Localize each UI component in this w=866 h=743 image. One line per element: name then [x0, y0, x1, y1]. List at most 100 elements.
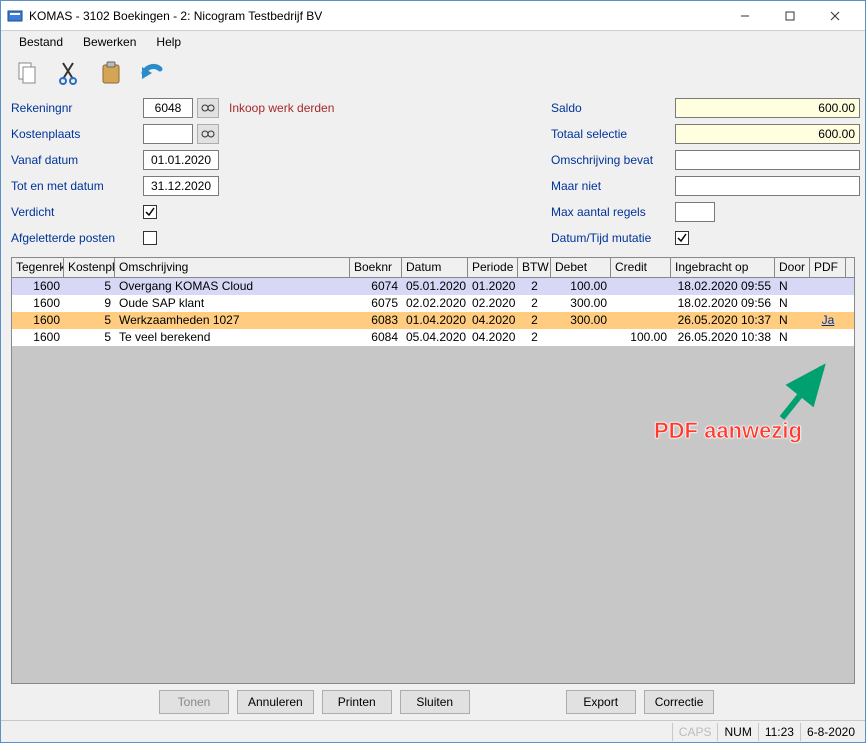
status-num: NUM [717, 723, 757, 741]
cell: 1600 [12, 278, 64, 295]
status-time: 11:23 [758, 723, 800, 741]
rekeningnr-lookup[interactable] [197, 98, 219, 118]
totaal-label: Totaal selectie [551, 127, 671, 141]
cell: Oude SAP klant [115, 295, 350, 312]
cell: 5 [64, 312, 115, 329]
max-input[interactable] [675, 202, 715, 222]
table-row[interactable]: 16009Oude SAP klant607502.02.202002.2020… [12, 295, 854, 312]
status-caps: CAPS [672, 723, 718, 741]
col-debet[interactable]: Debet [551, 258, 611, 277]
menubar: Bestand Bewerken Help [1, 31, 865, 53]
saldo-label: Saldo [551, 101, 671, 115]
cell [810, 278, 846, 295]
cell: 26.05.2020 10:38 [671, 329, 775, 346]
cell: 1600 [12, 312, 64, 329]
cell: 1600 [12, 295, 64, 312]
cell: 18.02.2020 09:55 [671, 278, 775, 295]
cell: 100.00 [551, 278, 611, 295]
menu-bewerken[interactable]: Bewerken [73, 32, 146, 52]
paste-button[interactable] [93, 55, 129, 91]
cell: 02.02.2020 [402, 295, 468, 312]
col-pdf[interactable]: PDF [810, 258, 846, 277]
col-boeknr[interactable]: Boeknr [350, 258, 402, 277]
maarniet-label: Maar niet [551, 179, 671, 193]
cell: 01.2020 [468, 278, 518, 295]
titlebar: KOMAS - 3102 Boekingen - 2: Nicogram Tes… [1, 1, 865, 31]
vanaf-input[interactable] [143, 150, 219, 170]
menu-help[interactable]: Help [146, 32, 191, 52]
cut-button[interactable] [51, 55, 87, 91]
col-periode[interactable]: Periode [468, 258, 518, 277]
sluiten-button[interactable]: Sluiten [400, 690, 470, 714]
tot-label: Tot en met datum [11, 179, 139, 193]
annuleren-button[interactable]: Annuleren [237, 690, 314, 714]
cell: N [775, 312, 810, 329]
kostenplaats-lookup[interactable] [197, 124, 219, 144]
cell: 6075 [350, 295, 402, 312]
cell: 100.00 [611, 329, 671, 346]
maximize-button[interactable] [767, 1, 812, 30]
col-omschrijving[interactable]: Omschrijving [115, 258, 350, 277]
toolbar [1, 53, 865, 93]
col-credit[interactable]: Credit [611, 258, 671, 277]
datumtijd-checkbox[interactable] [675, 231, 689, 245]
export-button[interactable]: Export [566, 690, 636, 714]
omschrijving-input[interactable] [675, 150, 860, 170]
cell: Werkzaamheden 1027 [115, 312, 350, 329]
app-window: KOMAS - 3102 Boekingen - 2: Nicogram Tes… [0, 0, 866, 743]
cell: Te veel berekend [115, 329, 350, 346]
cell: 1600 [12, 329, 64, 346]
menu-bestand[interactable]: Bestand [9, 32, 73, 52]
cell: 05.01.2020 [402, 278, 468, 295]
col-btw[interactable]: BTW [518, 258, 551, 277]
cell: 5 [64, 278, 115, 295]
button-bar: Tonen Annuleren Printen Sluiten Export C… [1, 684, 865, 720]
rekeningnr-input[interactable] [143, 98, 193, 118]
undo-button[interactable] [135, 55, 171, 91]
col-ingebracht[interactable]: Ingebracht op [671, 258, 775, 277]
col-tegenrek[interactable]: Tegenrek [12, 258, 64, 277]
filter-form: Rekeningnr Inkoop werk derden Kostenplaa… [1, 93, 865, 257]
pdf-link[interactable]: Ja [822, 313, 835, 327]
table-row[interactable]: 16005Overgang KOMAS Cloud607405.01.20200… [12, 278, 854, 295]
cell: 2 [518, 329, 551, 346]
tot-input[interactable] [143, 176, 219, 196]
status-bar: CAPS NUM 11:23 6-8-2020 [1, 720, 865, 742]
maarniet-input[interactable] [675, 176, 860, 196]
max-label: Max aantal regels [551, 205, 671, 219]
cell: 2 [518, 295, 551, 312]
tonen-button[interactable]: Tonen [159, 690, 229, 714]
correctie-button[interactable]: Correctie [644, 690, 715, 714]
copy-button[interactable] [9, 55, 45, 91]
grid-header: Tegenrek Kostenpl Omschrijving Boeknr Da… [12, 258, 854, 278]
cell [611, 278, 671, 295]
cell: 04.2020 [468, 329, 518, 346]
cell [551, 329, 611, 346]
table-row[interactable]: 16005Te veel berekend608405.04.202004.20… [12, 329, 854, 346]
cell: 04.2020 [468, 312, 518, 329]
col-datum[interactable]: Datum [402, 258, 468, 277]
verdicht-checkbox[interactable] [143, 205, 157, 219]
app-icon [7, 8, 23, 24]
status-date: 6-8-2020 [800, 723, 861, 741]
col-door[interactable]: Door [775, 258, 810, 277]
window-title: KOMAS - 3102 Boekingen - 2: Nicogram Tes… [29, 9, 722, 23]
minimize-button[interactable] [722, 1, 767, 30]
data-grid[interactable]: Tegenrek Kostenpl Omschrijving Boeknr Da… [11, 257, 855, 684]
cell: 05.04.2020 [402, 329, 468, 346]
cell: 300.00 [551, 295, 611, 312]
cell: 26.05.2020 10:37 [671, 312, 775, 329]
cell [611, 295, 671, 312]
saldo-field [675, 98, 860, 118]
verdicht-label: Verdicht [11, 205, 139, 219]
cell: N [775, 329, 810, 346]
cell: N [775, 278, 810, 295]
cell: 9 [64, 295, 115, 312]
printen-button[interactable]: Printen [322, 690, 392, 714]
table-row[interactable]: 16005Werkzaamheden 1027608301.04.202004.… [12, 312, 854, 329]
close-button[interactable] [812, 1, 857, 30]
col-kostenpl[interactable]: Kostenpl [64, 258, 115, 277]
kostenplaats-input[interactable] [143, 124, 193, 144]
cell [611, 312, 671, 329]
afgeletterde-checkbox[interactable] [143, 231, 157, 245]
